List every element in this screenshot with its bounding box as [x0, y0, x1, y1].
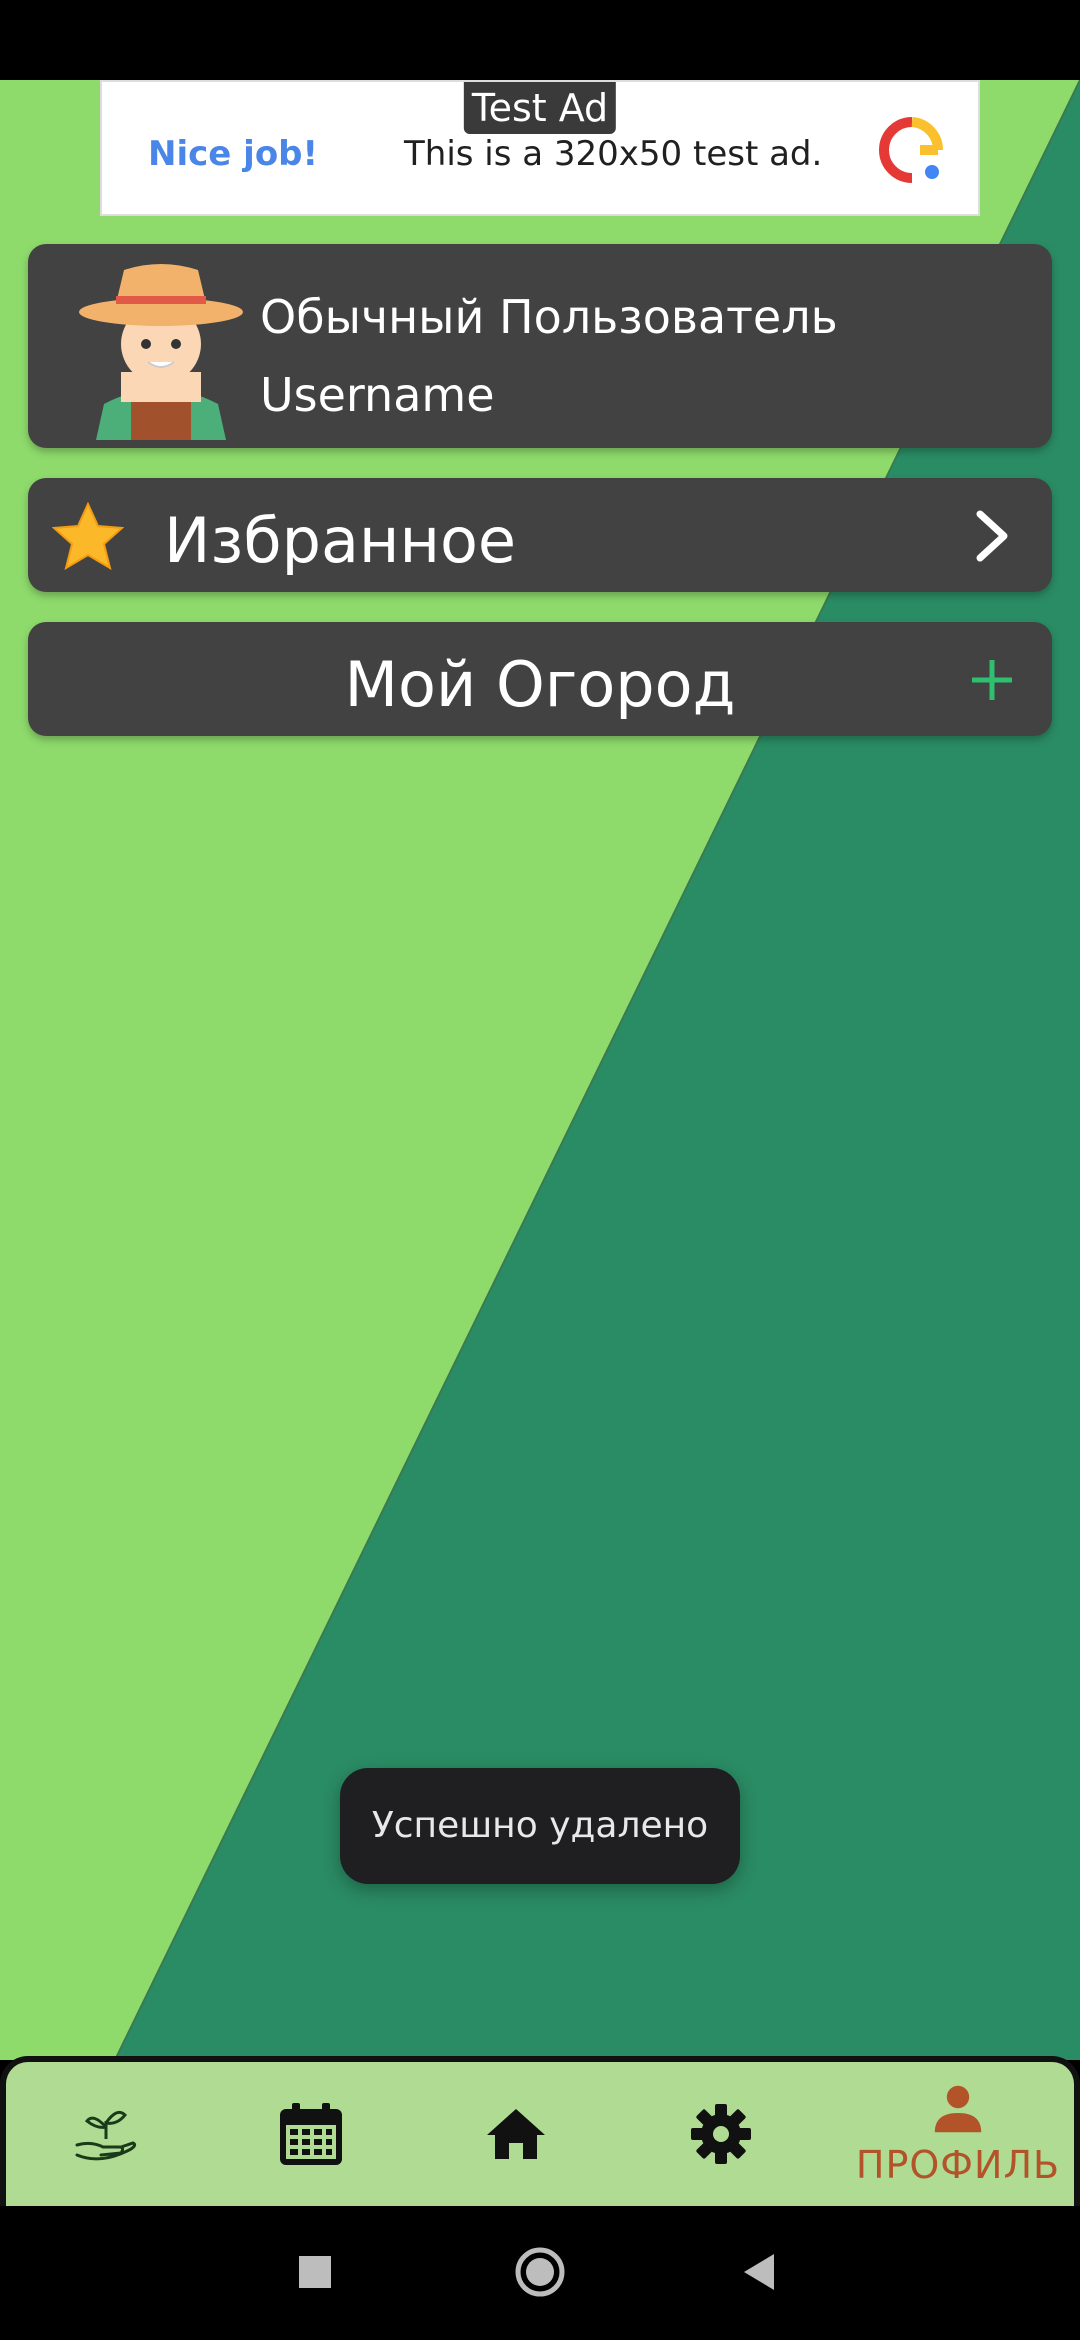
chevron-right-icon — [976, 510, 1008, 562]
home-circle-icon[interactable] — [510, 2242, 570, 2302]
bottom-navigation: ПРОФИЛЬ — [0, 2056, 1080, 2206]
farmer-avatar-icon — [79, 264, 243, 440]
profile-card[interactable]: Обычный Пользователь Username — [28, 244, 1052, 448]
ad-headline[interactable]: Nice job! — [148, 134, 318, 174]
star-icon — [52, 502, 124, 570]
ad-logo-icon — [879, 117, 944, 183]
status-bar — [0, 0, 1080, 80]
nav-profile-label: ПРОФИЛЬ — [855, 2143, 1061, 2187]
ad-label: Test Ad — [463, 82, 617, 134]
back-icon[interactable] — [730, 2242, 790, 2302]
calendar-icon — [280, 2103, 342, 2165]
nav-plants[interactable] — [6, 2062, 206, 2206]
profile-name: Обычный Пользователь — [260, 290, 838, 344]
favorites-button[interactable]: Избранное — [28, 478, 1052, 592]
add-garden-icon[interactable] — [968, 656, 1016, 704]
nav-calendar[interactable] — [211, 2062, 411, 2206]
nav-settings[interactable] — [621, 2062, 821, 2206]
nav-profile[interactable]: ПРОФИЛЬ — [848, 2062, 1068, 2206]
system-navigation-bar — [0, 2206, 1080, 2340]
garden-label: Мой Огород — [344, 648, 736, 721]
ad-banner[interactable]: Test Ad Nice job! This is a 320x50 test … — [100, 80, 980, 216]
home-icon — [487, 2109, 545, 2159]
toast-message: Успешно удалено — [340, 1768, 740, 1884]
favorites-label: Избранное — [164, 504, 517, 577]
recents-icon[interactable] — [285, 2242, 345, 2302]
profile-username: Username — [260, 368, 495, 422]
plant-hand-icon — [75, 2110, 137, 2161]
person-icon — [934, 2085, 982, 2133]
gear-icon — [691, 2104, 751, 2164]
ad-text[interactable]: This is a 320x50 test ad. — [404, 134, 822, 174]
nav-home[interactable] — [416, 2062, 616, 2206]
my-garden-card[interactable]: Мой Огород — [28, 622, 1052, 736]
